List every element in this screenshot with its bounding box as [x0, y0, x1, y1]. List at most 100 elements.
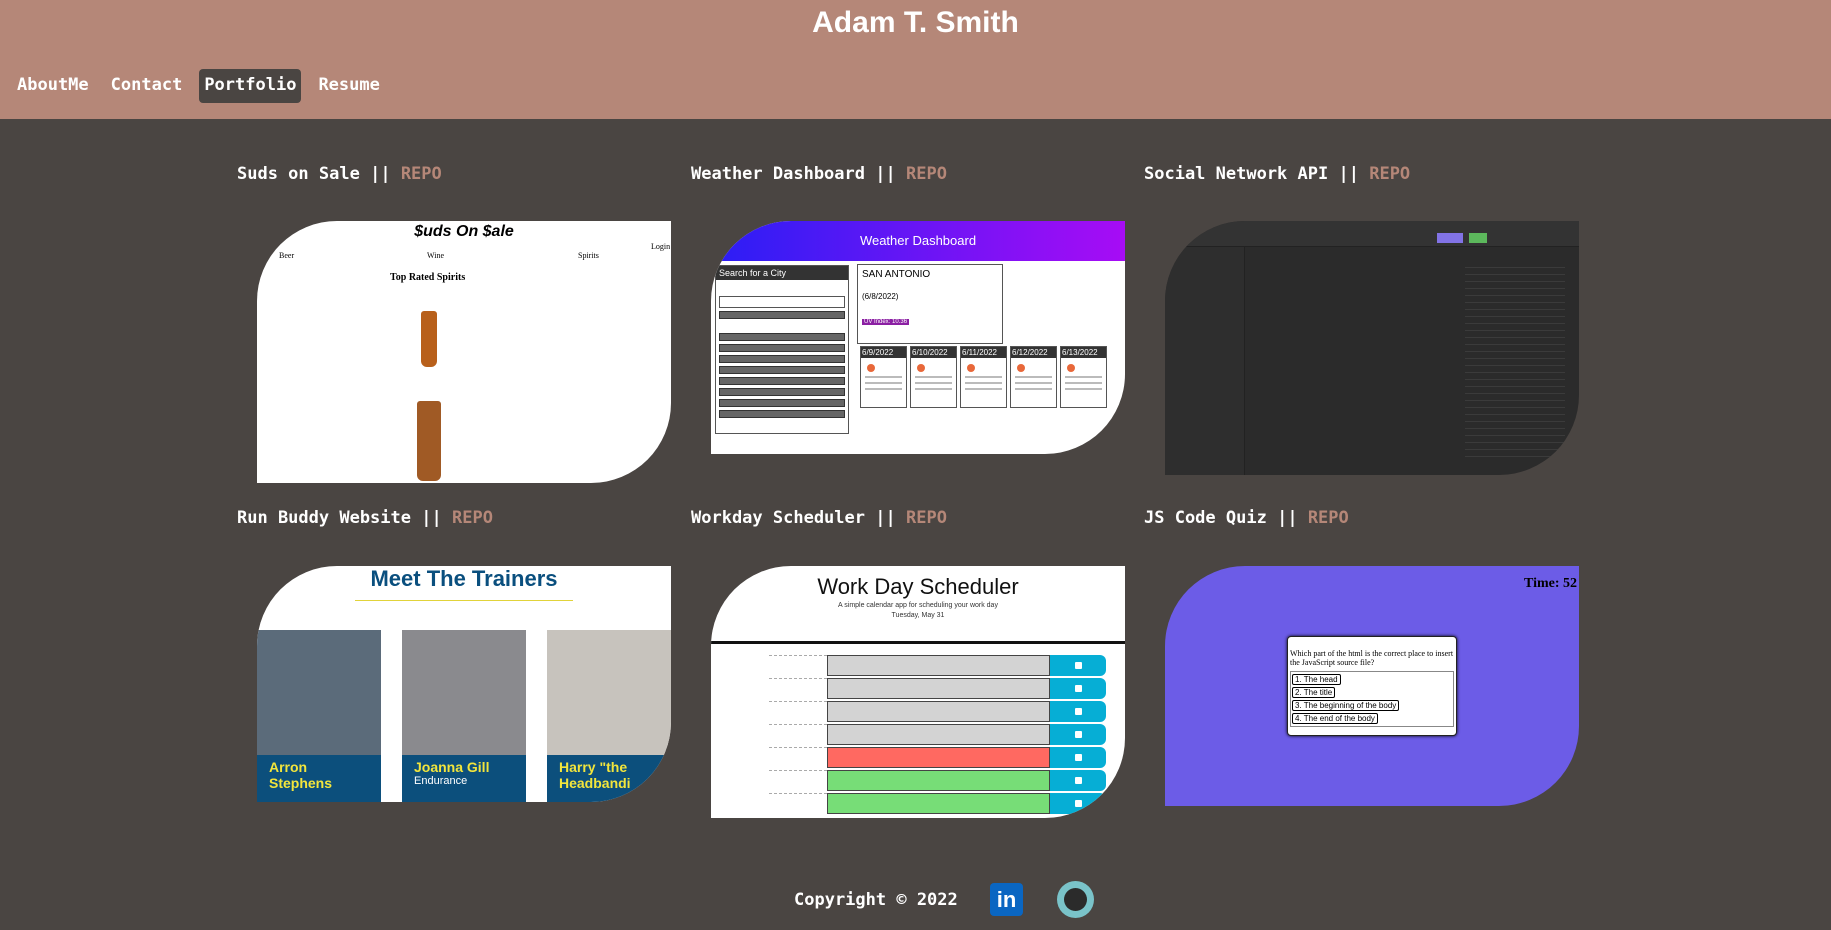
copyright-text: Copyright © 2022 [794, 890, 958, 910]
repo-link[interactable]: REPO [906, 164, 947, 184]
trainer-card: Arron Stephens [257, 630, 381, 802]
forecast-date: 6/9/2022 [861, 347, 906, 358]
bottle-image [421, 311, 437, 367]
forecast-card: 6/10/2022 [910, 346, 957, 408]
weather-uv: UV Index: 10.36 [862, 319, 910, 325]
save-button [1050, 724, 1106, 745]
trainer-name: Joanna Gill [414, 759, 490, 775]
project-title-weather: Weather Dashboard || REPO [691, 164, 947, 184]
linkedin-icon[interactable]: in [990, 883, 1023, 916]
weather-header: Weather Dashboard [711, 221, 1125, 261]
project-name: Workday Scheduler [691, 508, 865, 528]
site-title: Adam T. Smith [812, 6, 1019, 39]
save-button [1050, 793, 1106, 814]
quiz-answer: 3. The beginning of the body [1292, 700, 1400, 711]
trainer-name: Harry "the Headbandi [547, 755, 671, 802]
scheduler-divider [711, 641, 1125, 644]
suds-heading: Top Rated Spirits [390, 272, 466, 283]
weather-icon [1067, 364, 1075, 372]
city-button [719, 366, 845, 374]
city-button [719, 377, 845, 385]
project-name: Weather Dashboard [691, 164, 865, 184]
quiz-answer: 2. The title [1292, 687, 1336, 698]
project-separator: || [1338, 164, 1359, 184]
trainers-heading: Meet The Trainers [370, 566, 558, 591]
quiz-question: Which part of the html is the correct pl… [1290, 649, 1454, 667]
time-block [769, 655, 1113, 676]
thumb-runbuddy[interactable]: Meet The Trainers Arron Stephens Joanna … [257, 566, 671, 802]
project-separator: || [875, 164, 896, 184]
thumb-suds[interactable]: $uds On $ale Beer Wine Spirits Login Top… [257, 221, 671, 483]
suds-nav-wine: Wine [427, 251, 445, 260]
project-separator: || [370, 164, 391, 184]
forecast-card: 6/12/2022 [1010, 346, 1057, 408]
trainer-info: Joanna Gill Endurance [402, 755, 526, 802]
project-title-suds: Suds on Sale || REPO [237, 164, 442, 184]
weather-search-button [719, 311, 845, 319]
save-button [1050, 747, 1106, 768]
trainer-photo [257, 630, 381, 755]
time-block [769, 747, 1113, 768]
time-block [769, 724, 1113, 745]
status-badge [1469, 233, 1487, 243]
save-button [1050, 655, 1106, 676]
city-button [719, 399, 845, 407]
site-header: Adam T. Smith AboutMe Contact Portfolio … [0, 0, 1831, 119]
thumb-weather[interactable]: Weather Dashboard Search for a City SAN … [711, 221, 1125, 454]
github-icon[interactable] [1057, 881, 1094, 918]
quiz-answers: 1. The head 2. The title 3. The beginnin… [1290, 671, 1454, 727]
project-name: Suds on Sale [237, 164, 360, 184]
weather-current: SAN ANTONIO (6/8/2022) UV Index: 10.36 [857, 264, 1003, 344]
nav-aboutme[interactable]: AboutMe [12, 69, 94, 103]
nav-contact[interactable]: Contact [106, 69, 188, 103]
city-button [719, 333, 845, 341]
forecast-date: 6/13/2022 [1061, 347, 1106, 358]
trainer-name: Arron Stephens [257, 755, 381, 802]
suds-nav-beer: Beer [279, 251, 295, 260]
trainer-card: Harry "the Headbandi [547, 630, 671, 802]
save-button [1050, 701, 1106, 722]
forecast-date: 6/11/2022 [961, 347, 1006, 358]
request-sidebar [1165, 247, 1245, 475]
trainer-photo [547, 630, 671, 755]
suds-nav-spirits: Spirits [578, 251, 599, 260]
heading-underline [355, 600, 573, 601]
time-block [769, 678, 1113, 699]
project-title-runbuddy: Run Buddy Website || REPO [237, 508, 493, 528]
weather-search-title: Search for a City [716, 266, 848, 280]
time-block [769, 770, 1113, 791]
thumb-social[interactable] [1165, 221, 1579, 475]
weather-icon [967, 364, 975, 372]
send-button [1437, 233, 1463, 243]
repo-link[interactable]: REPO [1308, 508, 1349, 528]
thumb-scheduler[interactable]: Work Day Scheduler A simple calendar app… [711, 566, 1125, 818]
nav-resume[interactable]: Resume [313, 69, 384, 103]
repo-link[interactable]: REPO [906, 508, 947, 528]
weather-search-input [719, 296, 845, 308]
weather-icon [867, 364, 875, 372]
repo-link[interactable]: REPO [1369, 164, 1410, 184]
bottle-image [417, 401, 441, 481]
project-title-social: Social Network API || REPO [1144, 164, 1410, 184]
city-button [719, 344, 845, 352]
weather-city: SAN ANTONIO [862, 269, 931, 280]
repo-link[interactable]: REPO [452, 508, 493, 528]
quiz-timer: Time: 52 [1523, 576, 1577, 591]
weather-date: (6/8/2022) [862, 292, 899, 301]
repo-link[interactable]: REPO [401, 164, 442, 184]
weather-search-panel: Search for a City [715, 265, 849, 434]
scheduler-date: Tuesday, May 31 [891, 612, 945, 619]
city-button [719, 388, 845, 396]
project-name: JS Code Quiz [1144, 508, 1267, 528]
forecast-card: 6/13/2022 [1060, 346, 1107, 408]
project-name: Run Buddy Website [237, 508, 411, 528]
insomnia-toolbar [1165, 221, 1579, 247]
city-button [719, 410, 845, 418]
trainer-photo [402, 630, 526, 755]
nav-portfolio[interactable]: Portfolio [199, 69, 302, 103]
save-button [1050, 678, 1106, 699]
project-title-scheduler: Workday Scheduler || REPO [691, 508, 947, 528]
main-nav: AboutMe Contact Portfolio Resume [12, 69, 397, 103]
thumb-quiz[interactable]: Time: 52 Which part of the html is the c… [1165, 566, 1579, 806]
project-separator: || [875, 508, 896, 528]
